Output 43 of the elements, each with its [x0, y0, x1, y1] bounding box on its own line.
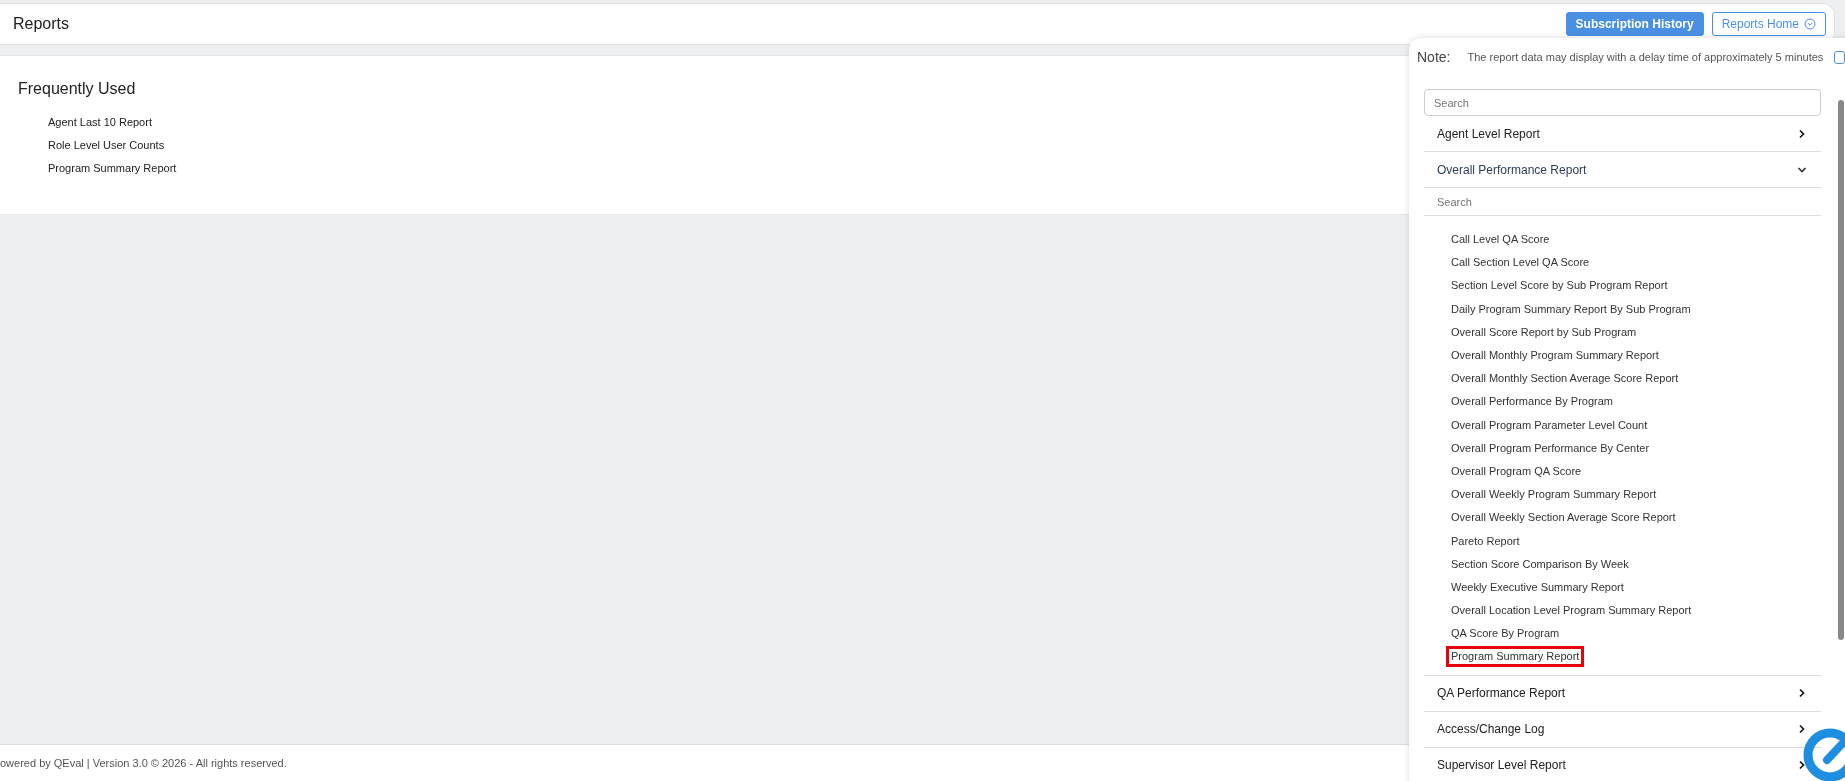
- report-link[interactable]: Overall Location Level Program Summary Report: [1446, 600, 1697, 622]
- category-row[interactable]: Supervisor Level Report: [1424, 747, 1821, 781]
- report-link[interactable]: QA Score By Program: [1446, 623, 1565, 645]
- report-link[interactable]: Overall Program Parameter Level Count: [1446, 414, 1653, 436]
- report-link[interactable]: Program Summary Report: [48, 162, 177, 174]
- category-label: Overall Performance Report: [1437, 162, 1587, 177]
- report-link[interactable]: Agent Last 10 Report: [48, 116, 152, 128]
- report-link[interactable]: Section Score Comparison By Week: [1446, 553, 1634, 575]
- report-link[interactable]: Program Summary Report: [1446, 646, 1585, 668]
- page-title: Reports: [13, 15, 70, 33]
- footer-text: owered by QEval | Version 3.0 © 2026 - All rights reserved.: [0, 757, 287, 769]
- search-field[interactable]: Search: [1424, 89, 1821, 116]
- report-link[interactable]: Section Level Score by Sub Program Report: [1446, 275, 1673, 297]
- report-link[interactable]: Call Level QA Score: [1446, 229, 1555, 251]
- category-label: Supervisor Level Report: [1437, 758, 1566, 773]
- report-link[interactable]: Overall Weekly Section Average Score Report: [1446, 507, 1681, 529]
- category-row[interactable]: Agent Level Report: [1424, 116, 1821, 152]
- chevron-right-icon: [1797, 128, 1807, 139]
- note-text: The report data may display with a delay time of approximately 5 minutes: [1467, 51, 1824, 63]
- chevron-right-icon: [1797, 724, 1807, 735]
- category-label: QA Performance Report: [1437, 686, 1566, 701]
- report-link[interactable]: Overall Program Performance By Center: [1446, 437, 1655, 459]
- report-link[interactable]: Role Level User Counts: [48, 139, 165, 151]
- note-label: Note:: [1417, 49, 1451, 65]
- report-link[interactable]: Overall Score Report by Sub Program: [1446, 321, 1642, 343]
- report-link[interactable]: Overall Monthly Program Summary Report: [1446, 345, 1664, 367]
- report-link[interactable]: Overall Monthly Section Average Score Report: [1446, 368, 1684, 390]
- report-link[interactable]: Overall Weekly Program Summary Report: [1446, 484, 1662, 506]
- report-link[interactable]: Daily Program Summary Report By Sub Program: [1446, 298, 1696, 320]
- report-link[interactable]: Overall Program QA Score: [1446, 460, 1587, 482]
- report-link[interactable]: Weekly Executive Summary Report: [1446, 576, 1629, 598]
- category-row[interactable]: QA Performance Report: [1424, 675, 1821, 712]
- report-link[interactable]: Overall Performance By Program: [1446, 391, 1618, 413]
- chevron-right-icon: [1797, 688, 1807, 699]
- report-link[interactable]: Call Section Level QA Score: [1446, 252, 1595, 274]
- category-row[interactable]: Access/Change Log: [1424, 711, 1821, 748]
- category-label: Access/Change Log: [1437, 722, 1545, 737]
- category-label: Agent Level Report: [1437, 126, 1540, 141]
- scrollbar[interactable]: [1838, 100, 1844, 640]
- report-link[interactable]: Pareto Report: [1446, 530, 1525, 552]
- chevron-right-icon: [1797, 760, 1807, 771]
- chevron-circle-icon: [1804, 18, 1816, 30]
- section-title: Frequently Used: [18, 80, 137, 98]
